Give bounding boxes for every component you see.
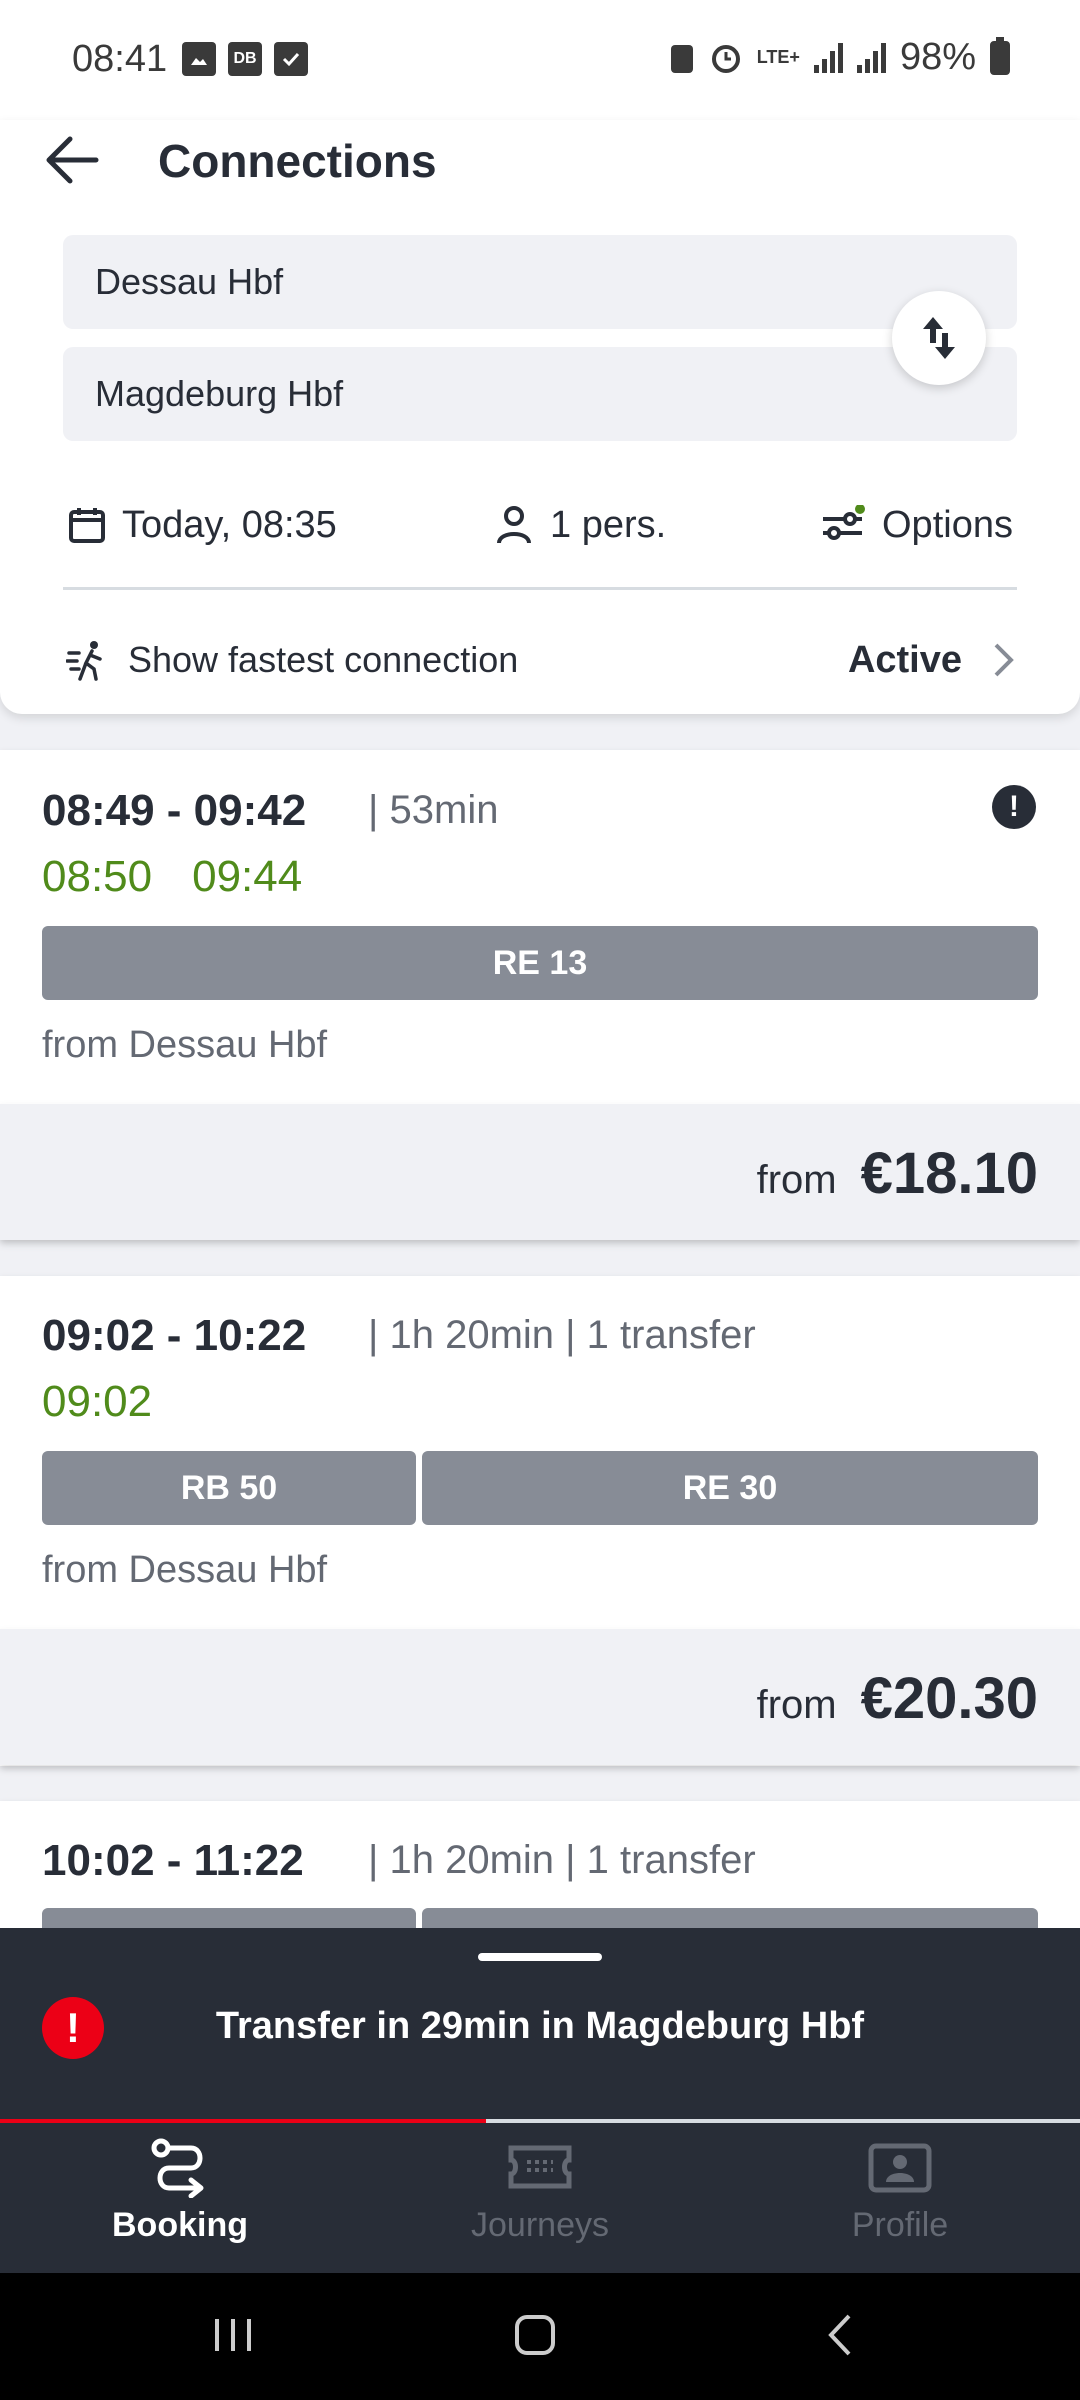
connection-times: 09:02 - 10:22 [42,1311,307,1360]
swap-stations-button[interactable] [892,291,986,385]
realtime-times: 08:50 09:44 [42,852,342,902]
line-bar: RE 30 [422,1451,1038,1525]
signal-icon [813,42,843,73]
sliders-icon [823,505,865,540]
destination-field[interactable]: Magdeburg Hbf [63,347,1017,441]
person-icon [497,506,531,544]
alarm-icon [711,44,740,73]
realtime-arrival: 09:44 [192,852,303,901]
recent-apps-button[interactable] [198,2305,268,2365]
line-bar-partial [42,1908,416,1928]
departure-station: from Dessau Hbf [42,1549,328,1591]
fastest-connection-row[interactable]: Show fastest connection Active [66,625,1016,695]
price-from-label: from [756,1683,837,1727]
tab-journeys[interactable]: Journeys [410,2138,670,2268]
options-button[interactable]: Options [820,490,1013,560]
price-area[interactable]: from €18.10 [0,1104,1080,1240]
signal-icon-2 [856,42,886,73]
status-bar: 08:41 DB LTE+ 98% [0,0,1080,120]
battery-percent: 98% [899,36,976,78]
nfc-lock-icon [670,44,693,73]
date-time-selector[interactable]: Today, 08:35 [68,490,337,560]
realtime-times: 09:02 [42,1377,192,1427]
home-button[interactable] [500,2305,570,2365]
price: from €18.10 [757,1140,1038,1207]
route-icon [151,2138,204,2198]
status-notification-icons: DB [182,42,308,76]
battery-icon [990,36,1010,75]
tab-journeys-label: Journeys [471,2206,609,2244]
calendar-icon [69,508,105,543]
status-time: 08:41 [72,38,168,80]
price-amount: €20.30 [860,1666,1038,1731]
line-bar: RE 13 [42,926,1038,1000]
back-nav-button[interactable] [805,2305,875,2365]
departure-station: from Dessau Hbf [42,1024,328,1066]
connection-times: 10:02 - 11:22 [42,1836,304,1885]
origin-field[interactable]: Dessau Hbf [63,235,1017,329]
price-area[interactable]: from €20.30 [0,1629,1080,1765]
page-title: Connections [158,135,437,187]
realtime-departure: 09:02 [42,1377,153,1426]
profile-card-icon [868,2143,932,2193]
fastest-connection-status: Active [847,638,962,681]
image-icon [182,42,216,76]
home-icon [515,2315,555,2355]
price-amount: €18.10 [860,1141,1038,1206]
status-system-icons: LTE+ 98% [669,36,1010,79]
message-text: Transfer in 29min in Magdeburg Hbf [215,2005,865,2047]
back-button[interactable] [40,128,104,192]
passenger-label: 1 pers. [550,503,667,546]
connection-times: 08:49 - 09:42 [42,786,307,835]
back-nav-icon [828,2314,851,2356]
options-label: Options [882,503,1013,546]
tab-booking[interactable]: Booking [50,2138,310,2268]
db-icon: DB [228,42,262,76]
price: from €20.30 [757,1665,1038,1732]
tab-profile-label: Profile [851,2206,949,2244]
recent-apps-icon [215,2319,251,2351]
tab-booking-label: Booking [112,2206,248,2244]
alert-icon[interactable]: ! [992,785,1036,829]
date-time-label: Today, 08:35 [122,503,337,546]
walking-fast-icon [66,641,102,681]
network-type: LTE+ [756,47,800,67]
ticket-icon [508,2145,572,2189]
divider [63,587,1017,590]
price-from-label: from [756,1158,837,1202]
arrow-left-icon [46,136,99,184]
line-bar-partial [422,1908,1038,1928]
connection-duration: | 1h 20min | 1 transfer [368,1313,756,1357]
drag-handle[interactable] [478,1953,602,1961]
check-icon [274,42,308,76]
connection-duration: | 53min [368,788,499,832]
fastest-connection-label: Show fastest connection [128,639,519,680]
realtime-departure: 08:50 [42,852,153,901]
connection-duration: | 1h 20min | 1 transfer [368,1838,756,1882]
chevron-right-icon [994,643,1014,677]
tab-profile[interactable]: Profile [770,2138,1030,2268]
line-bar: RB 50 [42,1451,416,1525]
swap-arrows-icon [923,317,955,359]
passenger-selector[interactable]: 1 pers. [494,490,666,560]
